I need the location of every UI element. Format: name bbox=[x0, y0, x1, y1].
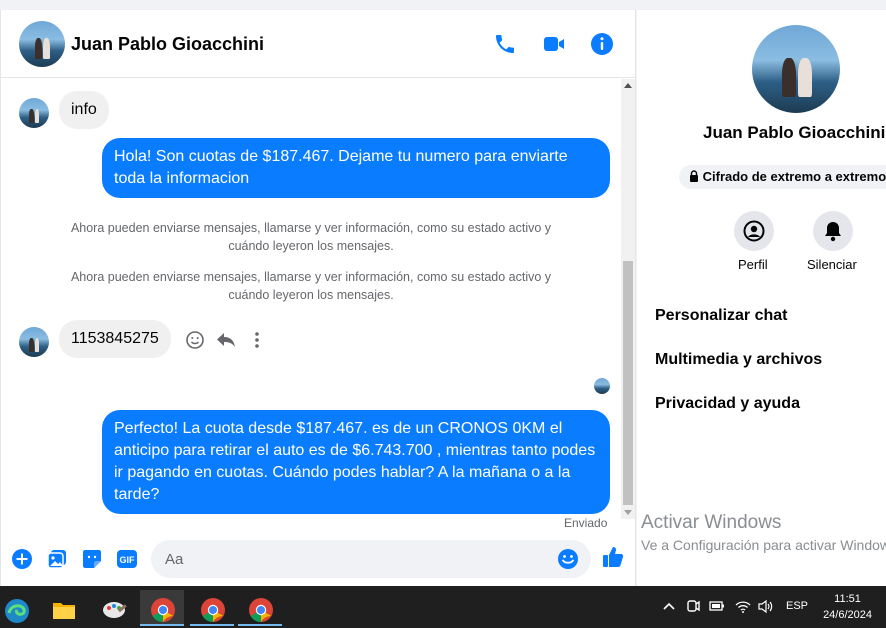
message-incoming[interactable]: info bbox=[59, 91, 109, 129]
system-notice: Ahora pueden enviarse mensajes, llamarse… bbox=[70, 270, 552, 302]
encryption-label: Cifrado de extremo a extremo bbox=[702, 169, 886, 184]
phone-call-icon[interactable] bbox=[493, 32, 517, 56]
folder-icon bbox=[53, 603, 75, 619]
chrome-icon bbox=[151, 598, 175, 622]
photo-icon[interactable] bbox=[46, 548, 68, 570]
taskbar-chrome-3[interactable] bbox=[238, 590, 282, 626]
taskbar-edge[interactable] bbox=[0, 590, 44, 626]
add-icon[interactable] bbox=[11, 548, 33, 570]
emoji-icon[interactable] bbox=[557, 548, 579, 570]
activation-watermark-title: Activar Windows bbox=[641, 512, 782, 533]
volume-icon[interactable] bbox=[758, 600, 774, 613]
message-scrollbar[interactable] bbox=[621, 79, 635, 519]
delivery-status: Enviado bbox=[564, 516, 608, 530]
like-icon[interactable] bbox=[601, 545, 625, 569]
taskbar-chrome-2[interactable] bbox=[190, 590, 234, 626]
bell-icon bbox=[825, 222, 841, 242]
info-icon[interactable] bbox=[590, 32, 614, 56]
activation-watermark-subtitle: Ve a Configuración para activar Windows. bbox=[641, 537, 886, 553]
language-indicator[interactable]: ESP bbox=[786, 600, 808, 612]
message-input[interactable] bbox=[151, 540, 531, 578]
sticker-icon[interactable] bbox=[81, 548, 103, 570]
message-input-wrapper bbox=[151, 540, 591, 578]
edge-icon bbox=[5, 599, 29, 623]
chat-header: Juan Pablo Gioacchini bbox=[1, 10, 635, 78]
sender-avatar bbox=[19, 327, 49, 357]
taskbar-file-explorer[interactable] bbox=[42, 590, 86, 626]
paint-icon bbox=[103, 602, 127, 618]
chrome-icon bbox=[201, 598, 225, 622]
profile-button[interactable] bbox=[734, 211, 774, 251]
lock-icon bbox=[690, 170, 698, 182]
message-incoming[interactable]: 1153845275 bbox=[59, 320, 171, 358]
profile-name: Juan Pablo Gioacchini bbox=[703, 123, 886, 142]
chevron-up-icon[interactable] bbox=[663, 601, 675, 611]
message-outgoing[interactable]: Perfecto! La cuota desde $187.467. es de… bbox=[102, 410, 610, 514]
contact-info-panel: Juan Pablo Gioacchini Cifrado de extremo… bbox=[637, 10, 886, 586]
message-composer: GIF bbox=[1, 534, 635, 586]
sender-avatar bbox=[19, 98, 49, 128]
message-outgoing[interactable]: Hola! Son cuotas de $187.467. Dejame tu … bbox=[102, 138, 610, 198]
contact-name[interactable]: Juan Pablo Gioacchini bbox=[71, 34, 264, 55]
menu-customize-chat[interactable]: Personalizar chat bbox=[655, 307, 788, 325]
svg-text:GIF: GIF bbox=[120, 555, 136, 565]
video-call-icon[interactable] bbox=[542, 32, 566, 56]
reply-icon[interactable] bbox=[215, 330, 237, 350]
chat-panel: Juan Pablo Gioacchini info Hola! Son cuo… bbox=[0, 10, 636, 586]
windows-taskbar: ESP 11:51 24/6/2024 bbox=[0, 586, 886, 628]
profile-label: Perfil bbox=[738, 257, 768, 272]
clock-time: 11:51 bbox=[834, 593, 861, 605]
menu-privacy-help[interactable]: Privacidad y ayuda bbox=[655, 395, 800, 413]
chrome-icon bbox=[249, 598, 273, 622]
read-receipt-avatar bbox=[594, 378, 610, 394]
mute-label: Silenciar bbox=[807, 257, 857, 272]
taskbar-clock[interactable]: 11:51 24/6/2024 bbox=[823, 591, 872, 623]
gif-icon[interactable]: GIF bbox=[116, 548, 138, 570]
system-notice: Ahora pueden enviarse mensajes, llamarse… bbox=[70, 221, 552, 253]
menu-media-files[interactable]: Multimedia y archivos bbox=[655, 351, 822, 369]
wifi-icon[interactable] bbox=[735, 600, 751, 613]
taskbar-chrome-1[interactable] bbox=[140, 590, 184, 626]
more-options-icon[interactable] bbox=[247, 330, 267, 350]
taskbar-paint[interactable] bbox=[92, 590, 136, 626]
react-emoji-icon[interactable] bbox=[185, 330, 205, 350]
mute-button[interactable] bbox=[813, 211, 853, 251]
meet-now-icon[interactable] bbox=[686, 599, 700, 613]
scrollbar-thumb[interactable] bbox=[623, 261, 633, 505]
contact-avatar[interactable] bbox=[19, 21, 65, 67]
clock-date: 24/6/2024 bbox=[823, 609, 872, 621]
profile-avatar[interactable] bbox=[752, 25, 840, 113]
battery-icon[interactable] bbox=[709, 600, 725, 612]
encryption-badge[interactable]: Cifrado de extremo a extremo bbox=[679, 165, 886, 189]
messenger-app: Juan Pablo Gioacchini info Hola! Son cuo… bbox=[0, 0, 886, 586]
profile-icon bbox=[743, 220, 765, 242]
message-list: info Hola! Son cuotas de $187.467. Dejam… bbox=[1, 79, 621, 531]
